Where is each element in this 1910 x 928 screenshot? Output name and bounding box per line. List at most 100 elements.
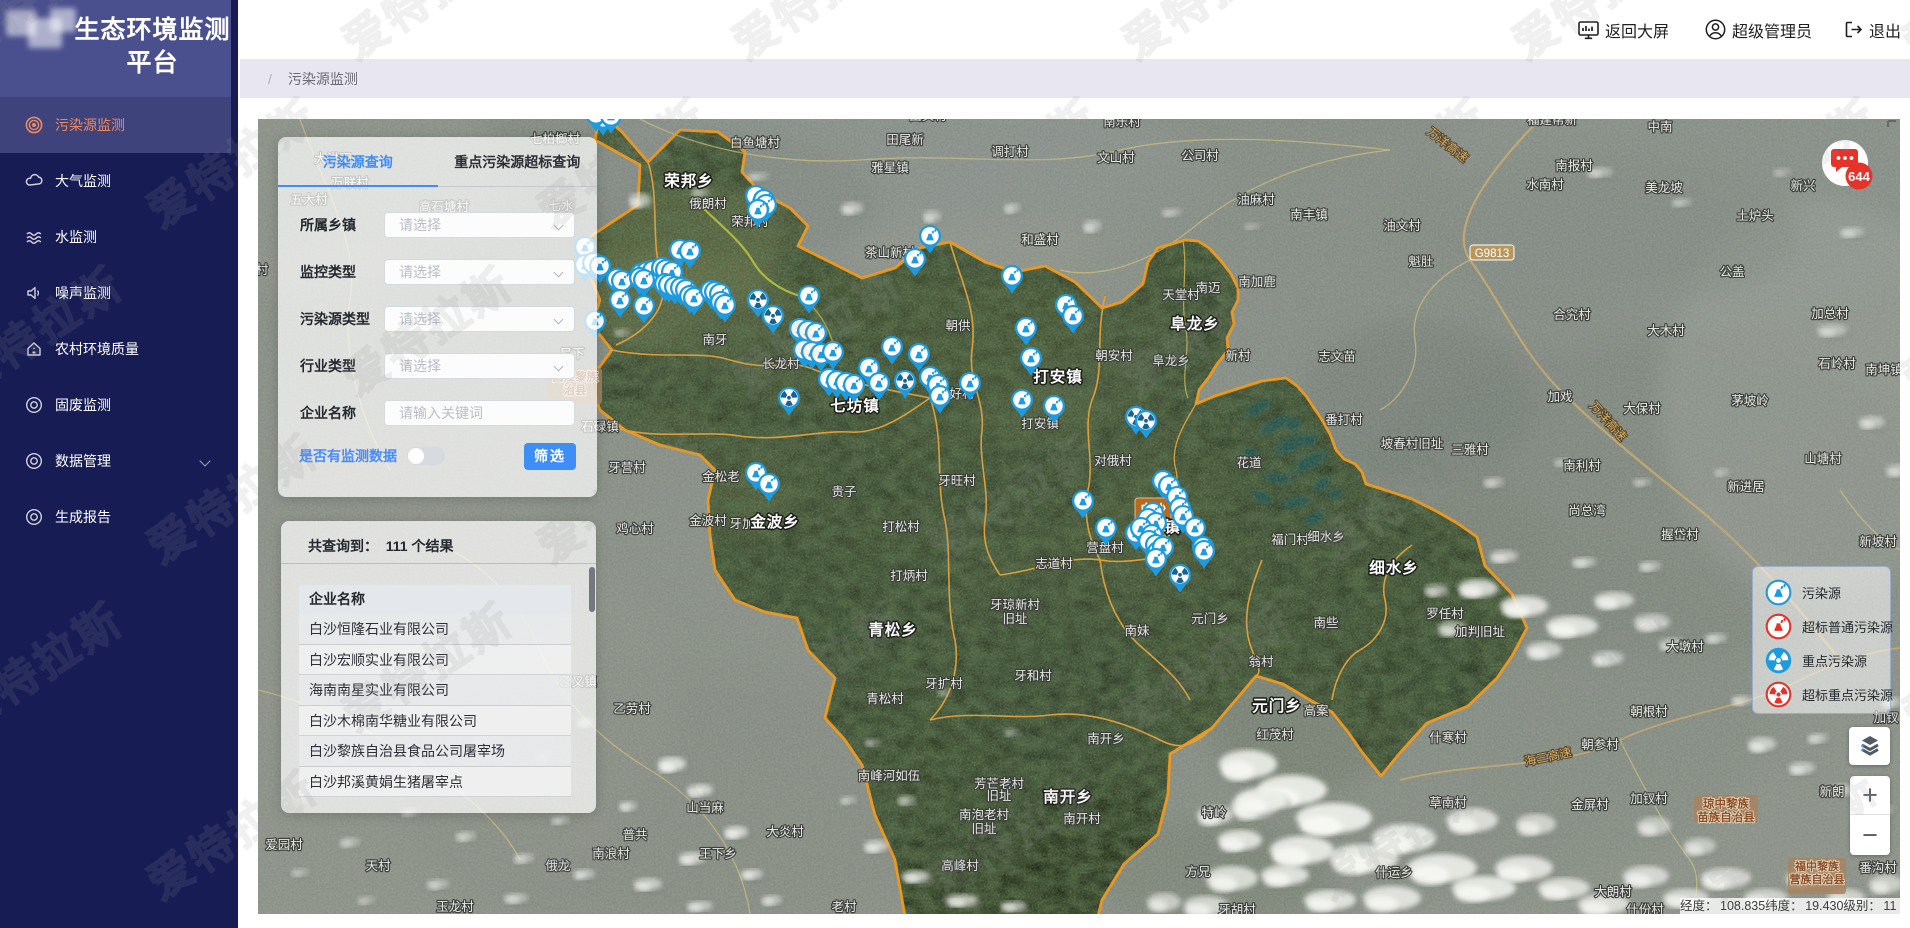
svg-text:朝安村: 朝安村 [1095, 348, 1133, 363]
svg-text:新村: 新村 [1225, 348, 1251, 363]
svg-text:公司村: 公司村 [1181, 149, 1219, 163]
svg-text:水南村: 水南村 [1526, 177, 1564, 192]
svg-text:金松老: 金松老 [702, 469, 740, 484]
svg-text:南峰河如伍: 南峰河如伍 [858, 768, 921, 783]
svg-text:和盛村: 和盛村 [1021, 232, 1059, 247]
svg-text:营族自治县: 营族自治县 [1790, 872, 1845, 886]
svg-text:大墩村: 大墩村 [1666, 640, 1704, 654]
svg-text:元门乡: 元门乡 [1252, 696, 1302, 715]
svg-text:朝供: 朝供 [945, 319, 970, 333]
svg-text:番沟村: 番沟村 [1859, 861, 1897, 875]
svg-text:旧址: 旧址 [986, 789, 1012, 803]
svg-text:什运乡: 什运乡 [1375, 866, 1413, 880]
svg-text:长龙村: 长龙村 [762, 357, 800, 371]
svg-text:坡春村旧址: 坡春村旧址 [1381, 437, 1444, 451]
svg-text:牙胡村: 牙胡村 [1218, 903, 1256, 914]
svg-text:荣邦乡: 荣邦乡 [663, 172, 714, 190]
svg-text:调打村: 调打村 [991, 145, 1029, 159]
svg-text:细水乡: 细水乡 [1307, 530, 1345, 544]
svg-text:石岭村: 石岭村 [1818, 357, 1856, 371]
svg-text:什份村: 什份村 [1626, 903, 1664, 914]
svg-text:玉龙村: 玉龙村 [436, 900, 474, 914]
svg-text:特岭: 特岭 [1201, 805, 1226, 820]
svg-text:尚总湾: 尚总湾 [1568, 503, 1606, 518]
svg-text:金屏村: 金屏村 [1571, 797, 1609, 812]
svg-text:高案: 高案 [1303, 703, 1329, 718]
svg-text:田尾新: 田尾新 [886, 132, 924, 147]
svg-text:什寒村: 什寒村 [1429, 730, 1467, 745]
svg-text:南报村: 南报村 [1555, 158, 1593, 173]
svg-text:打安镇: 打安镇 [1033, 367, 1083, 386]
svg-text:新坡村: 新坡村 [1859, 534, 1897, 549]
svg-text:南些: 南些 [1313, 615, 1338, 630]
svg-text:土炉头: 土炉头 [1736, 209, 1774, 223]
svg-text:合究村: 合究村 [1553, 307, 1591, 322]
svg-text:山塘村: 山塘村 [1804, 451, 1842, 466]
svg-text:王下乡: 王下乡 [699, 847, 737, 861]
svg-text:南开乡: 南开乡 [1087, 731, 1125, 746]
svg-text:三雅村: 三雅村 [1451, 442, 1489, 457]
svg-text:元门乡: 元门乡 [1191, 611, 1229, 626]
svg-text:鸡心村: 鸡心村 [616, 521, 654, 536]
svg-text:南浪村: 南浪村 [592, 846, 630, 861]
svg-text:新朗: 新朗 [1819, 784, 1844, 799]
svg-text:加总村: 加总村 [1811, 307, 1849, 321]
svg-text:大木村: 大木村 [1647, 324, 1685, 338]
svg-text:打炳村: 打炳村 [890, 569, 928, 583]
svg-text:爱园村: 爱园村 [265, 838, 303, 852]
svg-text:南利村: 南利村 [1563, 458, 1601, 473]
svg-text:金波村: 金波村 [689, 513, 727, 528]
svg-text:方兄: 方兄 [1185, 864, 1210, 879]
svg-text:朝根村: 朝根村 [1630, 705, 1668, 719]
svg-text:大炎村: 大炎村 [766, 825, 804, 839]
svg-text:山当麻: 山当麻 [686, 800, 724, 815]
svg-text:细水乡: 细水乡 [1369, 558, 1419, 577]
svg-text:花道: 花道 [1236, 455, 1262, 470]
svg-text:牙扩村: 牙扩村 [925, 677, 963, 691]
svg-text:琼中黎族: 琼中黎族 [1703, 797, 1749, 811]
svg-text:油麻村: 油麻村 [1237, 192, 1275, 207]
svg-text:福门村: 福门村 [1271, 532, 1309, 547]
svg-text:雅星镇: 雅星镇 [871, 160, 909, 175]
svg-text:村: 村 [258, 263, 269, 277]
svg-text:天堂村: 天堂村 [1162, 288, 1200, 302]
svg-text:G9813: G9813 [1475, 248, 1510, 260]
svg-text:志道村: 志道村 [1035, 557, 1073, 571]
svg-text:南乐村: 南乐村 [1103, 119, 1141, 129]
svg-text:油文村: 油文村 [1383, 218, 1421, 233]
svg-text:加钗村: 加钗村 [1630, 792, 1668, 806]
svg-text:红茂村: 红茂村 [1256, 727, 1294, 742]
svg-text:牙和村: 牙和村 [1014, 669, 1052, 683]
svg-text:朝参村: 朝参村 [1581, 737, 1619, 752]
svg-text:志文苗: 志文苗 [1318, 349, 1356, 364]
svg-text:南开村: 南开村 [1063, 811, 1101, 826]
svg-text:田头村: 田头村 [909, 119, 947, 123]
svg-text:草南村: 草南村 [1429, 795, 1467, 810]
svg-text:文山村: 文山村 [1097, 150, 1135, 165]
svg-text:南开乡: 南开乡 [1043, 787, 1093, 806]
svg-text:乙劳村: 乙劳村 [613, 702, 651, 716]
svg-text:南牙: 南牙 [702, 332, 727, 347]
svg-text:打松村: 打松村 [882, 520, 920, 534]
svg-text:南泡老村: 南泡老村 [959, 807, 1010, 822]
svg-text:新进居: 新进居 [1727, 479, 1765, 494]
svg-text:南妹: 南妹 [1124, 623, 1150, 638]
svg-text:苗族自治县: 苗族自治县 [1697, 810, 1755, 824]
svg-text:加戏: 加戏 [1547, 390, 1572, 404]
svg-text:福建帮新: 福建帮新 [1527, 119, 1577, 127]
svg-text:南坤镇: 南坤镇 [1865, 362, 1900, 377]
svg-text:公盖: 公盖 [1719, 265, 1744, 279]
svg-text:俄龙: 俄龙 [545, 859, 570, 873]
svg-text:阜龙乡: 阜龙乡 [1170, 314, 1220, 333]
svg-text:牙琼新村: 牙琼新村 [990, 597, 1041, 612]
svg-text:青松乡: 青松乡 [868, 620, 918, 639]
svg-text:高峰村: 高峰村 [941, 858, 979, 873]
svg-text:美龙坡: 美龙坡 [1645, 181, 1683, 195]
svg-text:俄朗村: 俄朗村 [689, 197, 727, 211]
svg-text:新兴: 新兴 [1790, 178, 1815, 193]
svg-text:福中黎族: 福中黎族 [1794, 859, 1840, 873]
svg-text:老村: 老村 [831, 900, 857, 914]
svg-text:金波乡: 金波乡 [749, 512, 800, 531]
svg-text:旧址: 旧址 [1002, 612, 1028, 626]
svg-text:旧址: 旧址 [971, 822, 997, 836]
